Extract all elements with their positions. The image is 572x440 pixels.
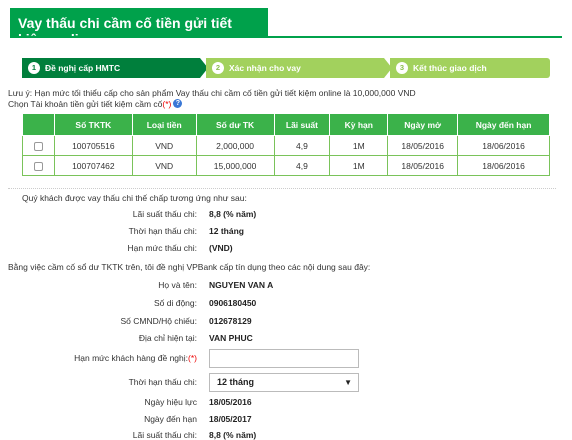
address-row: Địa chỉ hiện tại: VAN PHUC (0, 333, 560, 345)
page-title-text: Vay thấu chi cầm cố tiền gửi tiết kiệm o… (18, 15, 232, 47)
final-rate-row: Lãi suất thấu chi: 8,8 (% năm) (0, 430, 560, 440)
chevron-down-icon: ▼ (344, 378, 352, 387)
info-icon[interactable]: ? (173, 99, 183, 108)
od-term-row: Thời hạn thấu chi: 12 tháng (0, 226, 560, 238)
required-marker: (*) (162, 99, 172, 109)
final-rate-label: Lãi suất thấu chi: (132, 430, 197, 440)
step-3: 3 Kết thúc giao dịch (390, 58, 550, 78)
balance: 2,000,000 (195, 135, 275, 156)
choose-account-text: Chọn Tài khoản tiền gửi tiết kiệm cầm cố (8, 99, 163, 109)
od-rate-row: Lãi suất thấu chi: 8,8 (% năm) (0, 209, 560, 221)
full-name-label: Họ và tên: (158, 280, 197, 290)
od-term-label: Thời hạn thấu chi: (128, 226, 197, 236)
id-number-label: Số CMND/Hộ chiếu: (120, 316, 197, 326)
table-row: 100705516 VND 2,000,000 4,9 1M 18/05/201… (22, 135, 550, 156)
section-divider (8, 188, 556, 189)
currency: VND (131, 135, 197, 156)
step-3-number: 3 (396, 61, 408, 74)
maturity-date-row: Ngày đến hạn 18/05/2017 (0, 414, 560, 426)
step-1-number: 1 (28, 61, 40, 74)
row-checkbox[interactable] (33, 161, 43, 171)
column-header-currency: Loại tiền (131, 113, 197, 136)
due-date: 18/06/2016 (457, 135, 550, 156)
final-rate-value: 8,8 (% năm) (209, 430, 257, 440)
interest-rate: 4,9 (273, 155, 331, 176)
mobile-label: Số di động: (153, 298, 197, 308)
open-date: 18/05/2016 (387, 135, 459, 156)
mobile-value: 0906180450 (209, 298, 257, 308)
row-select-cell (22, 135, 55, 156)
column-header-account: Số TKTK (53, 113, 133, 136)
od-limit-row: Hạn mức thấu chi: (VND) (0, 243, 560, 255)
id-number-row: Số CMND/Hộ chiếu: 012678129 (0, 316, 560, 328)
column-header-rate: Lãi suất (273, 113, 331, 136)
od-term-select[interactable]: 12 tháng ▼ (209, 373, 359, 392)
maturity-date-value: 18/05/2017 (209, 414, 252, 424)
od-limit-value: (VND) (209, 243, 233, 253)
account-number: 100705516 (53, 135, 133, 156)
progress-steps: 1 Đề nghị cấp HMTC 2 Xác nhận cho vay 3 Kết… (22, 58, 550, 78)
column-header-open-date: Ngày mở (387, 113, 459, 136)
row-select-cell (22, 155, 55, 176)
full-name-row: Họ và tên: NGUYEN VAN A (0, 280, 560, 292)
due-date: 18/06/2016 (457, 155, 550, 176)
page-title: Vay thấu chi cầm cố tiền gửi tiết kiệm o… (10, 8, 268, 47)
full-name-value: NGUYEN VAN A (209, 280, 274, 290)
od-limit-label: Hạn mức thấu chi: (127, 243, 197, 253)
requested-limit-label-text: Hạn mức khách hàng đề nghị: (74, 353, 189, 363)
column-header-balance: Số dư TK (195, 113, 275, 136)
step-1-label: Đề nghị cấp HMTC (45, 63, 121, 73)
row-checkbox[interactable] (33, 141, 43, 151)
term: 1M (329, 135, 389, 156)
credit-request-intro: Bằng việc cầm cố sổ dư TKTK trên, tôi đề… (8, 262, 371, 272)
account-number: 100707462 (53, 155, 133, 176)
table-header-row: Số TKTK Loại tiền Số dư TK Lãi suất Kỳ h… (22, 113, 550, 136)
od-rate-value: 8,8 (% năm) (209, 209, 257, 219)
step-1: 1 Đề nghị cấp HMTC (22, 58, 200, 78)
step-2-label: Xác nhận cho vay (229, 63, 301, 73)
maturity-date-label: Ngày đến hạn (144, 414, 197, 424)
effective-date-label: Ngày hiệu lực (144, 397, 197, 407)
term: 1M (329, 155, 389, 176)
effective-date-value: 18/05/2016 (209, 397, 252, 407)
column-header-term: Kỳ hạn (329, 113, 389, 136)
table-row: 100707462 VND 15,000,000 4,9 1M 18/05/20… (22, 155, 550, 176)
od-rate-label: Lãi suất thấu chi: (132, 209, 197, 219)
step-2: 2 Xác nhận cho vay (206, 58, 384, 78)
requested-limit-label: Hạn mức khách hàng đề nghị:(*) (74, 353, 197, 363)
column-header-select (22, 113, 55, 136)
od-term-selected: 12 tháng (217, 377, 255, 387)
title-underline (10, 36, 562, 38)
open-date: 18/05/2016 (387, 155, 459, 176)
step-3-label: Kết thúc giao dịch (413, 63, 487, 73)
loan-terms-intro: Quý khách được vay thấu chi thế chấp tươ… (22, 193, 247, 203)
effective-date-row: Ngày hiệu lực 18/05/2016 (0, 397, 560, 409)
od-term-value: 12 tháng (209, 226, 244, 236)
od-term-select-label: Thời hạn thấu chi: (128, 377, 197, 387)
choose-account-label: Chọn Tài khoản tiền gửi tiết kiệm cầm cố… (8, 99, 183, 109)
address-label: Địa chỉ hiện tại: (138, 333, 197, 343)
currency: VND (131, 155, 197, 176)
column-header-due-date: Ngày đến hạn (457, 113, 550, 136)
address-value: VAN PHUC (209, 333, 253, 343)
interest-rate: 4,9 (273, 135, 331, 156)
step-2-number: 2 (212, 61, 224, 74)
required-marker: (*) (188, 353, 197, 363)
id-number-value: 012678129 (209, 316, 252, 326)
requested-limit-input[interactable] (209, 349, 359, 368)
mobile-row: Số di động: 0906180450 (0, 298, 560, 310)
minimum-limit-note: Lưu ý: Hạn mức tối thiểu cấp cho sản phẩ… (8, 88, 416, 98)
savings-account-table: Số TKTK Loại tiền Số dư TK Lãi suất Kỳ h… (22, 113, 550, 176)
balance: 15,000,000 (195, 155, 275, 176)
